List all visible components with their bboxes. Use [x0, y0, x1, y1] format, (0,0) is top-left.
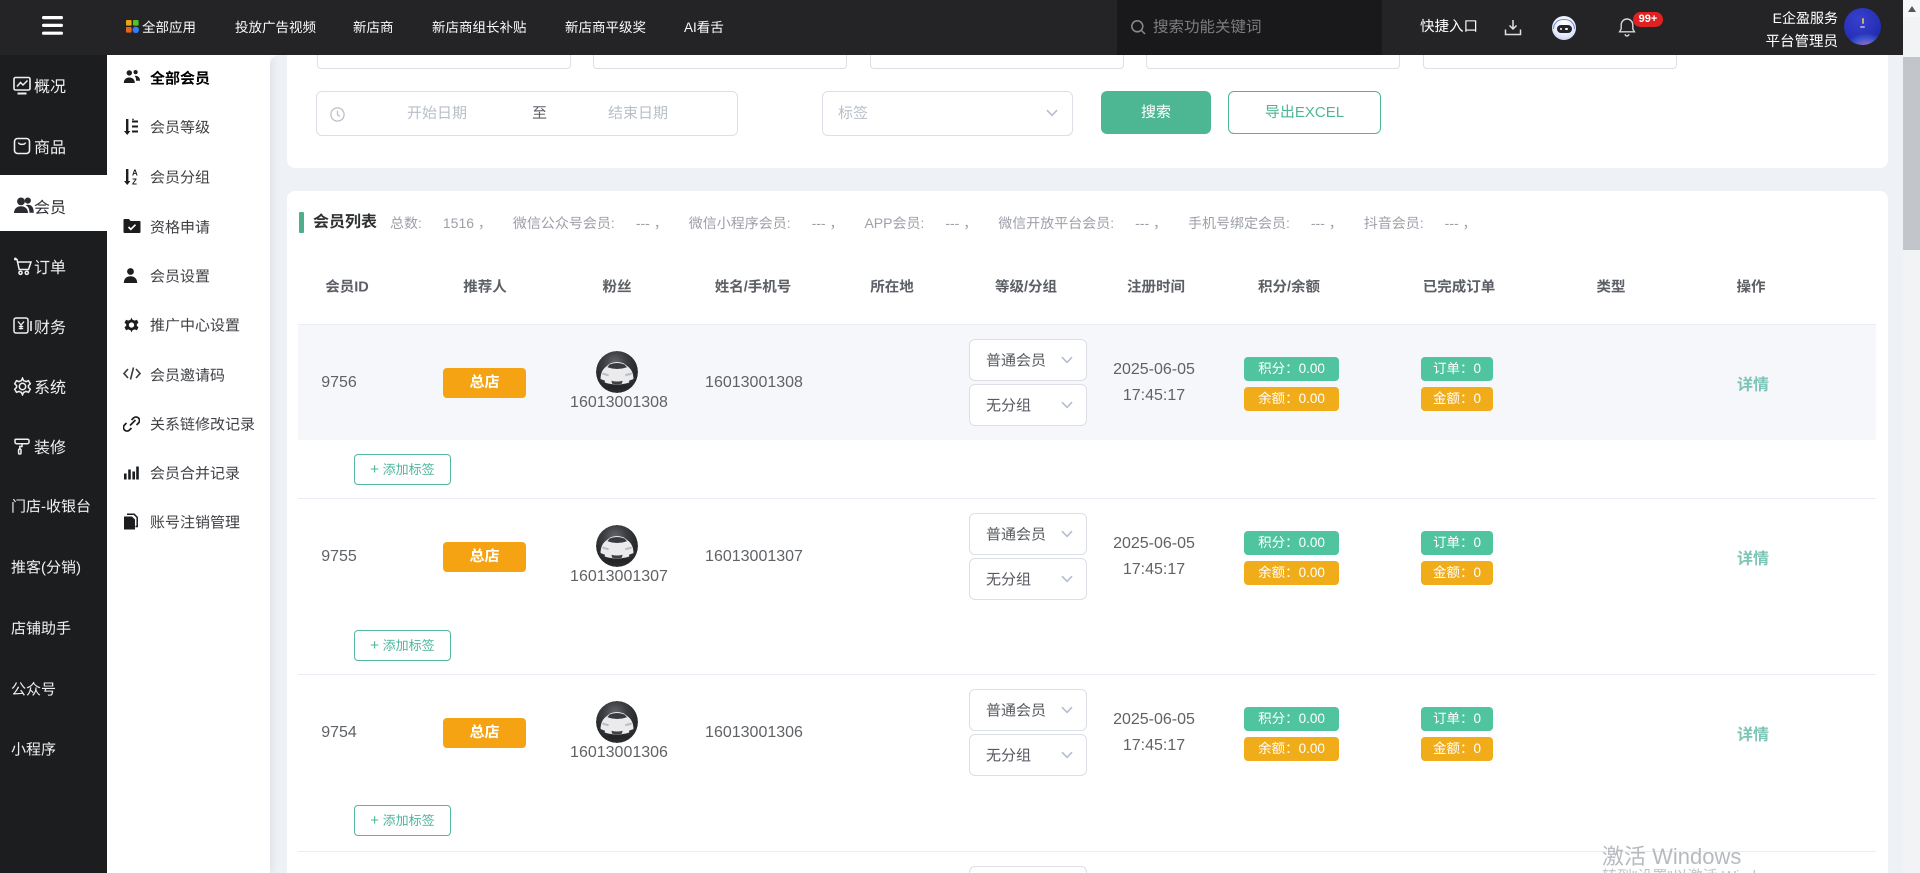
svg-text:A: A: [132, 169, 138, 178]
svg-text:Z: Z: [132, 178, 137, 186]
